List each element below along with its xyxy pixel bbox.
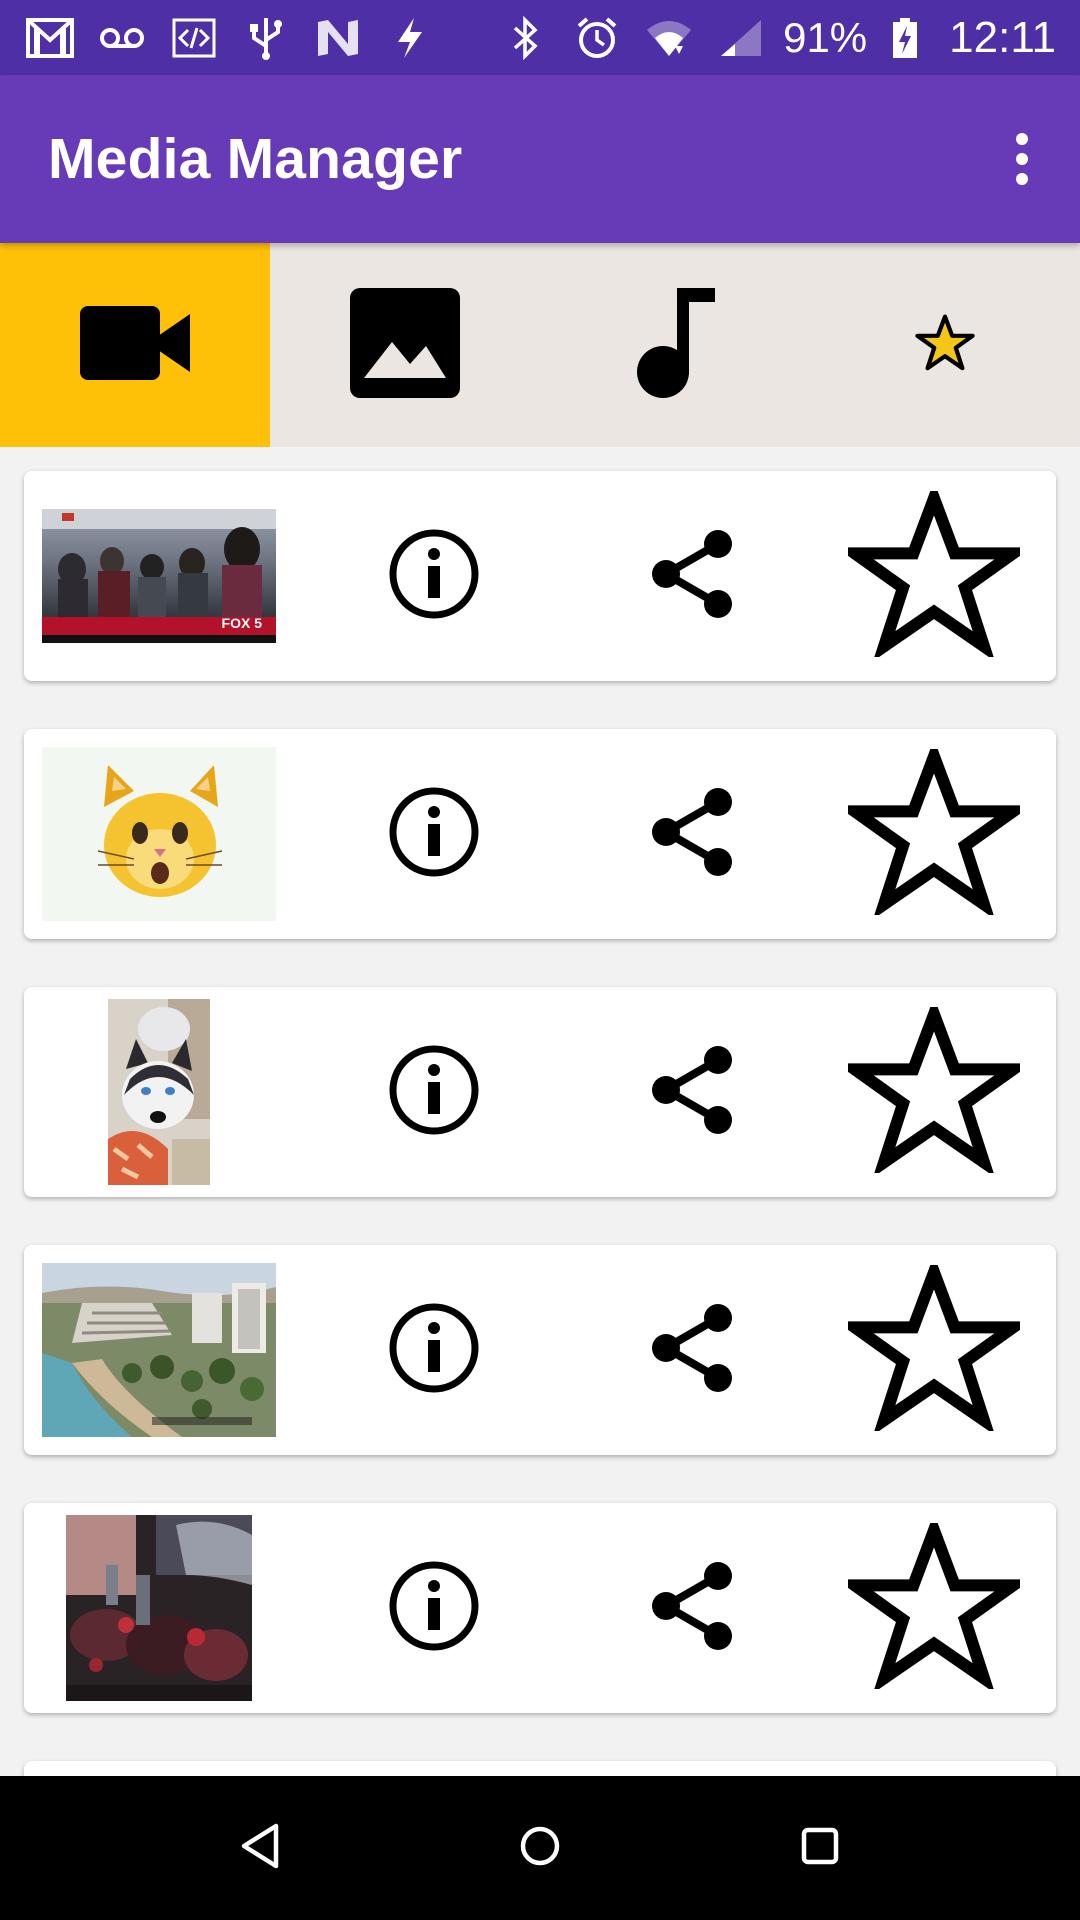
videocam-icon bbox=[80, 305, 190, 385]
wifi-icon bbox=[645, 16, 693, 60]
battery-percent: 91% bbox=[783, 13, 868, 61]
back-button[interactable] bbox=[200, 1788, 320, 1908]
home-icon bbox=[518, 1824, 562, 1873]
media-type-tabs bbox=[0, 243, 1080, 447]
dark-scene-thumbnail[interactable] bbox=[66, 1515, 252, 1701]
media-card[interactable] bbox=[24, 729, 1056, 939]
share-icon bbox=[650, 1302, 734, 1399]
media-card[interactable]: FOX 5 bbox=[24, 471, 1056, 681]
info-button[interactable] bbox=[354, 1245, 514, 1455]
share-icon bbox=[650, 1044, 734, 1141]
share-button[interactable] bbox=[612, 987, 772, 1197]
star-icon bbox=[915, 313, 975, 377]
home-button[interactable] bbox=[480, 1788, 600, 1908]
usb-icon bbox=[242, 16, 290, 60]
thumbnail-container bbox=[24, 1503, 282, 1713]
news-crowd-thumbnail[interactable]: FOX 5 bbox=[42, 509, 276, 643]
tab-images[interactable] bbox=[270, 243, 540, 447]
signal-icon bbox=[717, 16, 765, 60]
code-icon bbox=[170, 16, 218, 60]
status-bar: 91% 12:11 bbox=[0, 0, 1080, 75]
status-right-icons: 91% 12:11 bbox=[501, 13, 1056, 63]
tab-favorites[interactable] bbox=[810, 243, 1080, 447]
info-button[interactable] bbox=[354, 471, 514, 681]
app-bar: Media Manager bbox=[0, 75, 1080, 243]
thumbnail-container bbox=[24, 987, 282, 1197]
navigation-bar bbox=[0, 1776, 1080, 1920]
bluetooth-icon bbox=[501, 15, 549, 60]
flash-icon bbox=[386, 16, 434, 60]
favorite-button[interactable] bbox=[834, 1245, 1034, 1455]
share-button[interactable] bbox=[612, 1245, 772, 1455]
status-left-icons bbox=[26, 16, 434, 60]
alarm-icon bbox=[573, 16, 621, 60]
thumbnail-container bbox=[24, 729, 282, 939]
share-button[interactable] bbox=[612, 471, 772, 681]
share-icon bbox=[650, 1560, 734, 1657]
husky-dog-thumbnail[interactable] bbox=[108, 999, 210, 1185]
share-icon bbox=[650, 786, 734, 883]
media-card[interactable] bbox=[24, 1503, 1056, 1713]
thumbnail-container: FOX 5 bbox=[24, 471, 282, 681]
image-icon bbox=[350, 287, 460, 403]
share-icon bbox=[650, 528, 734, 625]
back-icon bbox=[238, 1822, 282, 1875]
app-title: Media Manager bbox=[48, 127, 463, 191]
beach-city-thumbnail[interactable] bbox=[42, 1263, 276, 1437]
media-card[interactable] bbox=[24, 1245, 1056, 1455]
info-button[interactable] bbox=[354, 1503, 514, 1713]
voicemail-icon bbox=[98, 16, 146, 60]
share-button[interactable] bbox=[612, 1503, 772, 1713]
media-list: FOX 5 bbox=[0, 447, 1080, 1776]
info-icon bbox=[388, 786, 480, 883]
info-icon bbox=[388, 1560, 480, 1657]
favorite-button[interactable] bbox=[834, 987, 1034, 1197]
more-vert-icon[interactable] bbox=[994, 109, 1050, 209]
music-note-icon bbox=[635, 287, 715, 403]
info-icon bbox=[388, 528, 480, 625]
clock: 12:11 bbox=[949, 12, 1056, 62]
favorite-button[interactable] bbox=[834, 471, 1034, 681]
star-outline-icon bbox=[836, 1254, 1032, 1436]
recents-icon bbox=[800, 1826, 840, 1871]
favorite-button[interactable] bbox=[834, 729, 1034, 939]
info-icon bbox=[388, 1302, 480, 1399]
info-button[interactable] bbox=[354, 729, 514, 939]
cat-emoji-thumbnail[interactable] bbox=[42, 747, 276, 921]
media-card[interactable] bbox=[24, 1761, 1056, 1776]
recents-button[interactable] bbox=[760, 1788, 880, 1908]
star-outline-icon bbox=[836, 738, 1032, 920]
favorite-button[interactable] bbox=[834, 1503, 1034, 1713]
gmail-icon bbox=[26, 16, 74, 60]
star-outline-icon bbox=[836, 480, 1032, 662]
thumb-caption: FOX 5 bbox=[221, 615, 262, 631]
media-card[interactable] bbox=[24, 987, 1056, 1197]
share-button[interactable] bbox=[612, 729, 772, 939]
info-button[interactable] bbox=[354, 987, 514, 1197]
tab-videos[interactable] bbox=[0, 243, 270, 447]
battery-charging-icon bbox=[891, 16, 919, 60]
n-app-icon bbox=[314, 16, 362, 60]
tab-music[interactable] bbox=[540, 243, 810, 447]
thumbnail-container bbox=[24, 1245, 282, 1455]
star-outline-icon bbox=[836, 1512, 1032, 1694]
star-outline-icon bbox=[836, 996, 1032, 1178]
info-icon bbox=[388, 1044, 480, 1141]
